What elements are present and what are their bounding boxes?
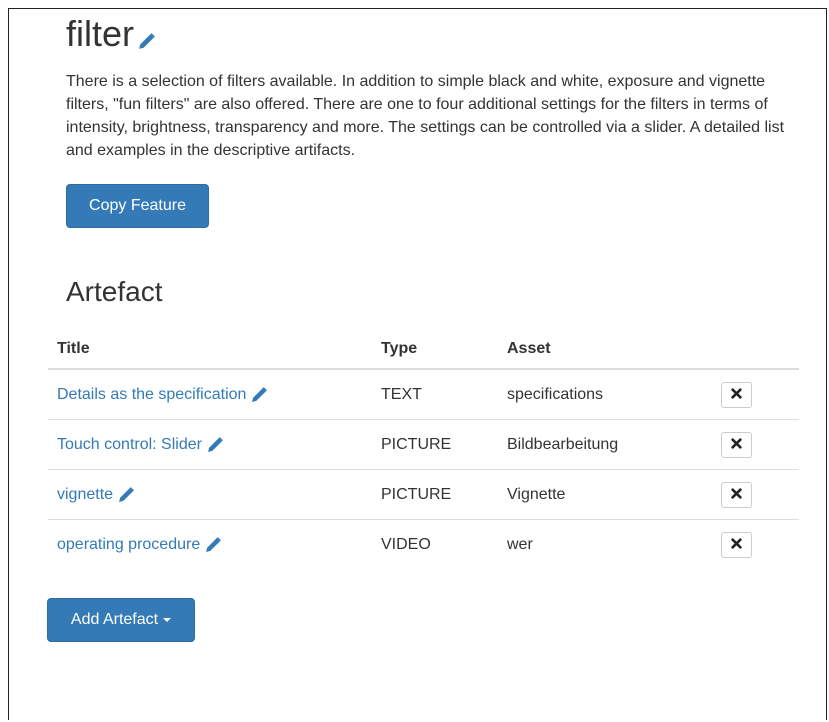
pencil-icon[interactable] [207, 436, 224, 453]
artefact-link[interactable]: operating procedure [57, 536, 222, 554]
artefact-type: PICTURE [372, 419, 498, 470]
feature-heading: filter [66, 14, 156, 54]
close-icon [731, 537, 742, 552]
remove-artefact-button[interactable] [721, 531, 752, 558]
artefact-asset: Vignette [498, 469, 712, 520]
table-row: Touch control: Slider PICTURE Bildbearbe… [48, 419, 799, 470]
table-row: operating procedure VIDEO wer [48, 519, 799, 569]
caret-down-icon [163, 618, 172, 622]
artefact-asset: wer [498, 519, 712, 569]
artefact-type: TEXT [381, 385, 422, 403]
pencil-icon[interactable] [118, 486, 135, 503]
feature-title: filter [66, 13, 135, 54]
close-icon [731, 487, 742, 502]
pencil-icon[interactable] [138, 32, 156, 50]
artefact-type: VIDEO [372, 519, 498, 569]
artefact-asset: Bildbearbeitung [498, 419, 712, 470]
artefact-type: PICTURE [372, 469, 498, 520]
feature-description: There is a selection of filters availabl… [66, 73, 785, 159]
table-row: vignette PICTURE Vignette [48, 469, 799, 520]
copy-feature-button[interactable]: Copy Feature [66, 184, 209, 228]
artefact-title: Details as the specification [57, 385, 247, 403]
artefact-link[interactable]: vignette [57, 486, 135, 504]
artefact-title: vignette [57, 485, 114, 503]
table-row: Details as the specification TEXT specif… [48, 369, 799, 420]
artefact-section-title: Artefact [66, 276, 163, 307]
pencil-icon[interactable] [251, 386, 268, 403]
remove-artefact-button[interactable] [721, 431, 752, 458]
add-artefact-label: Add Artefact [70, 611, 159, 628]
pencil-icon[interactable] [205, 536, 222, 553]
artefact-link[interactable]: Details as the specification [57, 386, 268, 404]
column-header-actions [712, 330, 799, 370]
artefact-title: operating procedure [57, 535, 201, 553]
remove-artefact-button[interactable] [721, 481, 752, 508]
close-icon [731, 387, 742, 402]
close-icon [731, 437, 742, 452]
artefact-table: Title Type Asset Details as the specific… [48, 330, 799, 569]
artefact-asset: specifications [507, 385, 604, 403]
column-header-type: Type [372, 330, 498, 370]
table-header-row: Title Type Asset [48, 330, 799, 370]
remove-artefact-button[interactable] [721, 381, 752, 408]
artefact-link[interactable]: Touch control: Slider [57, 436, 224, 454]
column-header-asset: Asset [498, 330, 712, 370]
column-header-title: Title [48, 330, 372, 370]
add-artefact-button[interactable]: Add Artefact [47, 598, 195, 642]
artefact-title: Touch control: Slider [57, 435, 202, 453]
